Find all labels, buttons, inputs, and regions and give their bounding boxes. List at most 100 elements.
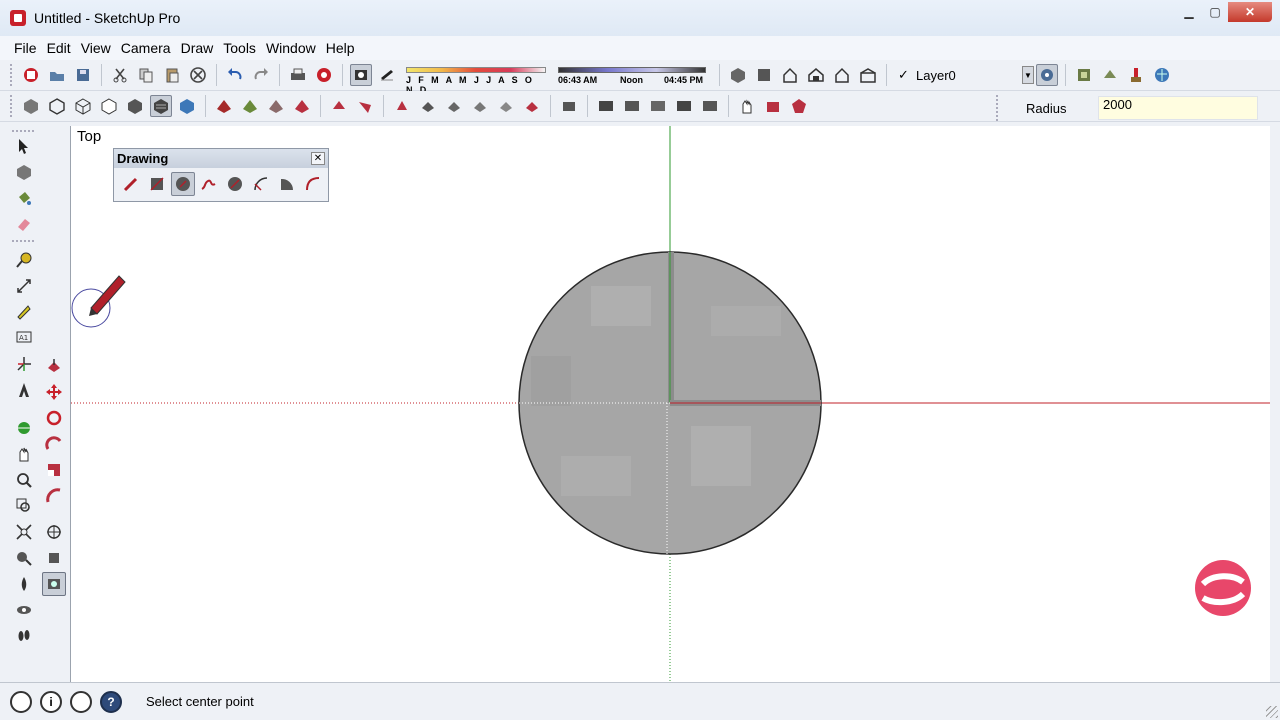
walk-icon[interactable] <box>42 546 66 570</box>
section-cut-icon[interactable] <box>647 95 669 117</box>
sandbox-scratch-icon[interactable] <box>239 95 261 117</box>
line-icon[interactable] <box>119 172 143 196</box>
copy-icon[interactable] <box>135 64 157 86</box>
select-arrow-icon[interactable] <box>12 134 36 158</box>
geo-location-status-icon[interactable] <box>10 690 32 713</box>
print-icon[interactable] <box>287 64 309 86</box>
solid-union-icon[interactable] <box>443 95 465 117</box>
dynamic-components-icon[interactable] <box>762 95 784 117</box>
monochrome-icon[interactable] <box>176 95 198 117</box>
section-plane-tool-icon[interactable] <box>12 598 36 622</box>
paint-bucket-icon[interactable] <box>12 186 36 210</box>
sketchup-app-icon[interactable] <box>10 10 26 26</box>
offset-icon[interactable] <box>42 484 66 508</box>
dimension-icon[interactable] <box>12 274 36 298</box>
new-file-icon[interactable] <box>20 64 42 86</box>
arc-2pt-icon[interactable] <box>301 172 325 196</box>
shaded-icon[interactable] <box>124 95 146 117</box>
menu-edit[interactable]: Edit <box>42 40 76 56</box>
toolbar-grip[interactable] <box>10 95 14 117</box>
sandbox-drape-icon[interactable] <box>328 95 350 117</box>
xray-style-icon[interactable] <box>20 95 42 117</box>
shadow-settings-icon[interactable] <box>376 64 398 86</box>
menu-view[interactable]: View <box>76 40 116 56</box>
open-folder-icon[interactable] <box>46 64 68 86</box>
zoom-window-icon[interactable] <box>12 494 36 518</box>
tape-measure-icon[interactable] <box>12 248 36 272</box>
pan-icon[interactable] <box>12 442 36 466</box>
front-view-icon[interactable] <box>779 64 801 86</box>
solid-split-icon[interactable] <box>521 95 543 117</box>
toolbar-grip[interactable] <box>10 64 14 86</box>
orbit-icon[interactable] <box>12 416 36 440</box>
model-viewport[interactable]: Top Drawing ✕ <box>70 126 1270 682</box>
wireframe-icon[interactable] <box>72 95 94 117</box>
layer-dropdown-arrow[interactable]: ▼ <box>1022 66 1034 84</box>
erase-icon[interactable] <box>187 64 209 86</box>
protractor-icon[interactable] <box>12 300 36 324</box>
previous-view-icon[interactable] <box>12 546 36 570</box>
axes-tool-icon[interactable] <box>12 352 36 376</box>
toolbar-grip[interactable] <box>12 130 34 133</box>
push-pull-icon[interactable] <box>42 354 66 378</box>
look-around-icon[interactable] <box>12 572 36 596</box>
interact-hand-icon[interactable] <box>736 95 758 117</box>
hidden-line-icon[interactable] <box>98 95 120 117</box>
section-plane-icon[interactable] <box>595 95 617 117</box>
solid-outer-shell-icon[interactable] <box>391 95 413 117</box>
help-status-icon[interactable]: ? <box>100 690 122 713</box>
component-icon[interactable] <box>558 95 580 117</box>
info-status-icon[interactable]: i <box>40 690 62 713</box>
footprints-icon[interactable] <box>12 624 36 648</box>
get-models-icon[interactable] <box>1073 64 1095 86</box>
menu-tools[interactable]: Tools <box>218 40 261 56</box>
scale-icon[interactable] <box>42 458 66 482</box>
back-view-icon[interactable] <box>831 64 853 86</box>
section-lines-icon[interactable] <box>699 95 721 117</box>
position-camera-icon[interactable] <box>42 520 66 544</box>
sandbox-detail-icon[interactable] <box>354 95 376 117</box>
circle-icon[interactable] <box>171 172 195 196</box>
maximize-button[interactable]: ▢ <box>1202 2 1228 22</box>
shadows-toggle-icon[interactable] <box>350 64 372 86</box>
3d-text-icon[interactable] <box>12 378 36 402</box>
drawing-panel-title[interactable]: Drawing <box>114 149 328 168</box>
arc-icon[interactable] <box>249 172 273 196</box>
rectangle-icon[interactable] <box>145 172 169 196</box>
solid-intersect-icon[interactable] <box>417 95 439 117</box>
pie-icon[interactable] <box>275 172 299 196</box>
save-icon[interactable] <box>72 64 94 86</box>
section-display-icon[interactable] <box>621 95 643 117</box>
user-status-icon[interactable] <box>70 690 92 713</box>
toolbar-grip[interactable] <box>12 240 34 243</box>
menu-help[interactable]: Help <box>321 40 360 56</box>
text-tool-icon[interactable]: A1 <box>12 326 36 350</box>
camera-tool-icon[interactable] <box>42 572 66 596</box>
sandbox-stamp-icon[interactable] <box>291 95 313 117</box>
window-resize-grip[interactable] <box>1266 706 1278 718</box>
iso-view-icon[interactable] <box>727 64 749 86</box>
menu-draw[interactable]: Draw <box>176 40 219 56</box>
layer-manager-icon[interactable] <box>1036 64 1058 86</box>
freehand-icon[interactable] <box>197 172 221 196</box>
extension-warehouse-icon[interactable] <box>1125 64 1147 86</box>
solid-trim-icon[interactable] <box>495 95 517 117</box>
measurements-input[interactable]: 2000 <box>1098 96 1258 120</box>
menu-file[interactable]: File <box>9 40 42 56</box>
rotate-icon[interactable] <box>42 406 66 430</box>
model-info-icon[interactable] <box>313 64 335 86</box>
sandbox-smoove-icon[interactable] <box>265 95 287 117</box>
zoom-icon[interactable] <box>12 468 36 492</box>
top-view-icon[interactable] <box>753 64 775 86</box>
sandbox-contours-icon[interactable] <box>213 95 235 117</box>
shaded-textures-icon[interactable] <box>150 95 172 117</box>
make-component-icon[interactable] <box>12 160 36 184</box>
component-attributes-icon[interactable] <box>788 95 810 117</box>
close-button[interactable]: ✕ <box>1228 2 1272 22</box>
menu-window[interactable]: Window <box>261 40 321 56</box>
shadow-date-slider[interactable]: J F M A M J J A S O N D <box>406 64 546 95</box>
minimize-button[interactable]: ▁ <box>1176 2 1202 22</box>
right-view-icon[interactable] <box>805 64 827 86</box>
eraser-icon[interactable] <box>12 212 36 236</box>
redo-icon[interactable] <box>250 64 272 86</box>
